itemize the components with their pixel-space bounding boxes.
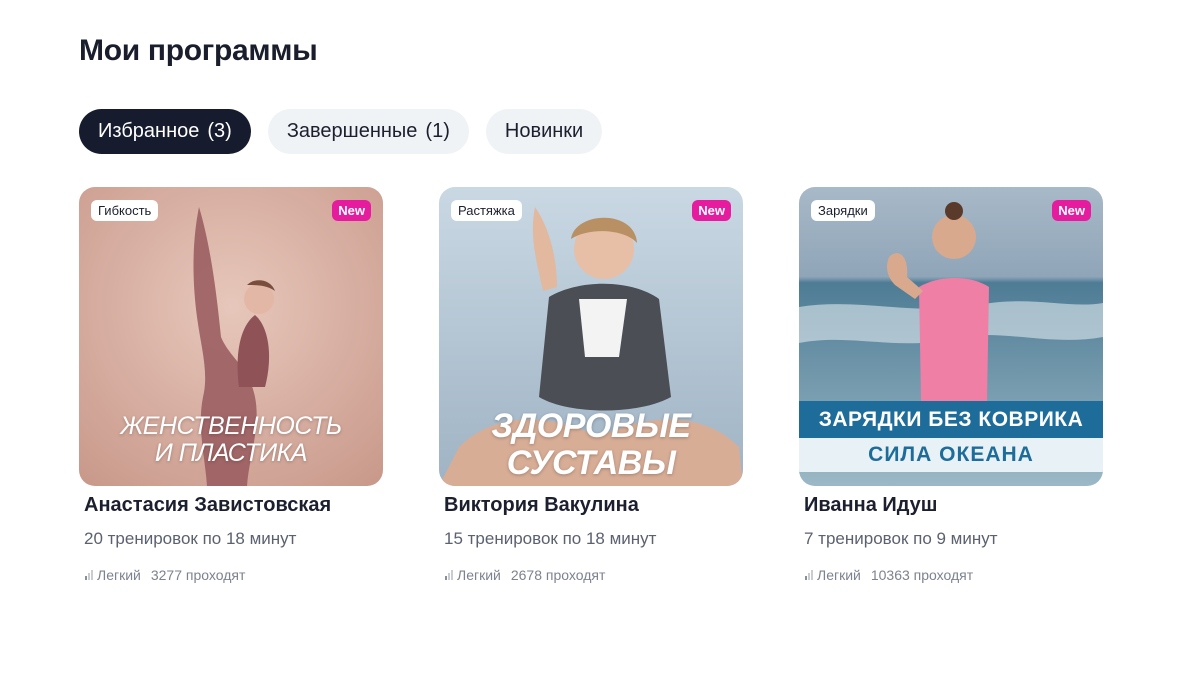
category-badge: Зарядки: [811, 200, 875, 221]
author-name: Иванна Идуш: [804, 494, 938, 516]
my-programs-page: Мои программы Избранное (3) Завершенные …: [0, 0, 1200, 675]
cover-title-line1: ЖЕНСТВЕННОСТЬ: [120, 412, 342, 440]
difficulty: Легкий: [805, 567, 861, 583]
program-meta: Легкий 3277 проходят: [79, 567, 383, 583]
new-badge: New: [1052, 200, 1091, 221]
page-title: Мои программы: [79, 34, 318, 67]
tab-favorites[interactable]: Избранное (3): [79, 109, 251, 154]
difficulty-label: Легкий: [457, 567, 501, 583]
difficulty: Легкий: [445, 567, 501, 583]
program-card[interactable]: Гибкость New ЖЕНСТВЕННОСТЬ И ПЛАСТИКА Ан…: [79, 187, 383, 583]
participants-count: 3277 проходят: [150, 567, 246, 583]
program-cover[interactable]: Растяжка New ЗДОРОВЫЕ СУСТАВЫ: [439, 187, 743, 486]
difficulty-bars-icon: [85, 570, 93, 580]
program-cover[interactable]: Зарядки New ЗАРЯДКИ БЕЗ КОВРИКА СИЛА ОКЕ…: [799, 187, 1103, 486]
cover-title-line1: ЗДОРОВЫЕ: [491, 407, 691, 445]
category-badge: Гибкость: [91, 200, 159, 221]
difficulty-label: Легкий: [817, 567, 861, 583]
tab-completed[interactable]: Завершенные (1): [267, 109, 469, 154]
difficulty-bars-icon: [445, 570, 453, 580]
new-badge: New: [332, 200, 371, 221]
cover-title-line2: И ПЛАСТИКА: [154, 439, 308, 467]
cover-title: ЗДОРОВЫЕ СУСТАВЫ: [439, 408, 743, 481]
program-filter-tabs: Избранное (3) Завершенные (1) Новинки: [79, 109, 603, 154]
program-card[interactable]: Растяжка New ЗДОРОВЫЕ СУСТАВЫ Виктория В…: [439, 187, 743, 583]
difficulty-label: Легкий: [97, 567, 141, 583]
workouts-info: 15 тренировок по 18 минут: [444, 529, 657, 548]
participants-count: 10363 проходят: [870, 567, 974, 583]
difficulty: Легкий: [85, 567, 141, 583]
tab-new-label: Новинки: [504, 120, 584, 142]
program-cards: Гибкость New ЖЕНСТВЕННОСТЬ И ПЛАСТИКА Ан…: [79, 187, 1103, 583]
program-cover[interactable]: Гибкость New ЖЕНСТВЕННОСТЬ И ПЛАСТИКА: [79, 187, 383, 486]
cover-title-line2: СУСТАВЫ: [506, 443, 676, 482]
author-name: Анастасия Завистовская: [84, 494, 332, 516]
tab-completed-count: (1): [425, 120, 450, 142]
new-badge: New: [692, 200, 731, 221]
cover-title: ЖЕНСТВЕННОСТЬ И ПЛАСТИКА: [79, 413, 383, 467]
tab-new[interactable]: Новинки: [485, 109, 603, 154]
workouts-info: 20 тренировок по 18 минут: [84, 529, 297, 548]
program-meta: Легкий 10363 проходят: [799, 567, 1103, 583]
difficulty-bars-icon: [805, 570, 813, 580]
program-card[interactable]: Зарядки New ЗАРЯДКИ БЕЗ КОВРИКА СИЛА ОКЕ…: [799, 187, 1103, 583]
tab-favorites-count: (3): [207, 120, 232, 142]
tab-favorites-label: Избранное: [98, 120, 200, 142]
participants-count: 2678 проходят: [510, 567, 606, 583]
workouts-info: 7 тренировок по 9 минут: [804, 529, 998, 548]
category-badge: Растяжка: [451, 200, 522, 221]
cover-subtitle-strip: СИЛА ОКЕАНА: [799, 438, 1103, 472]
cover-title-strip: ЗАРЯДКИ БЕЗ КОВРИКА: [799, 401, 1103, 438]
program-meta: Легкий 2678 проходят: [439, 567, 743, 583]
tab-completed-label: Завершенные: [286, 120, 418, 142]
author-name: Виктория Вакулина: [444, 494, 639, 516]
